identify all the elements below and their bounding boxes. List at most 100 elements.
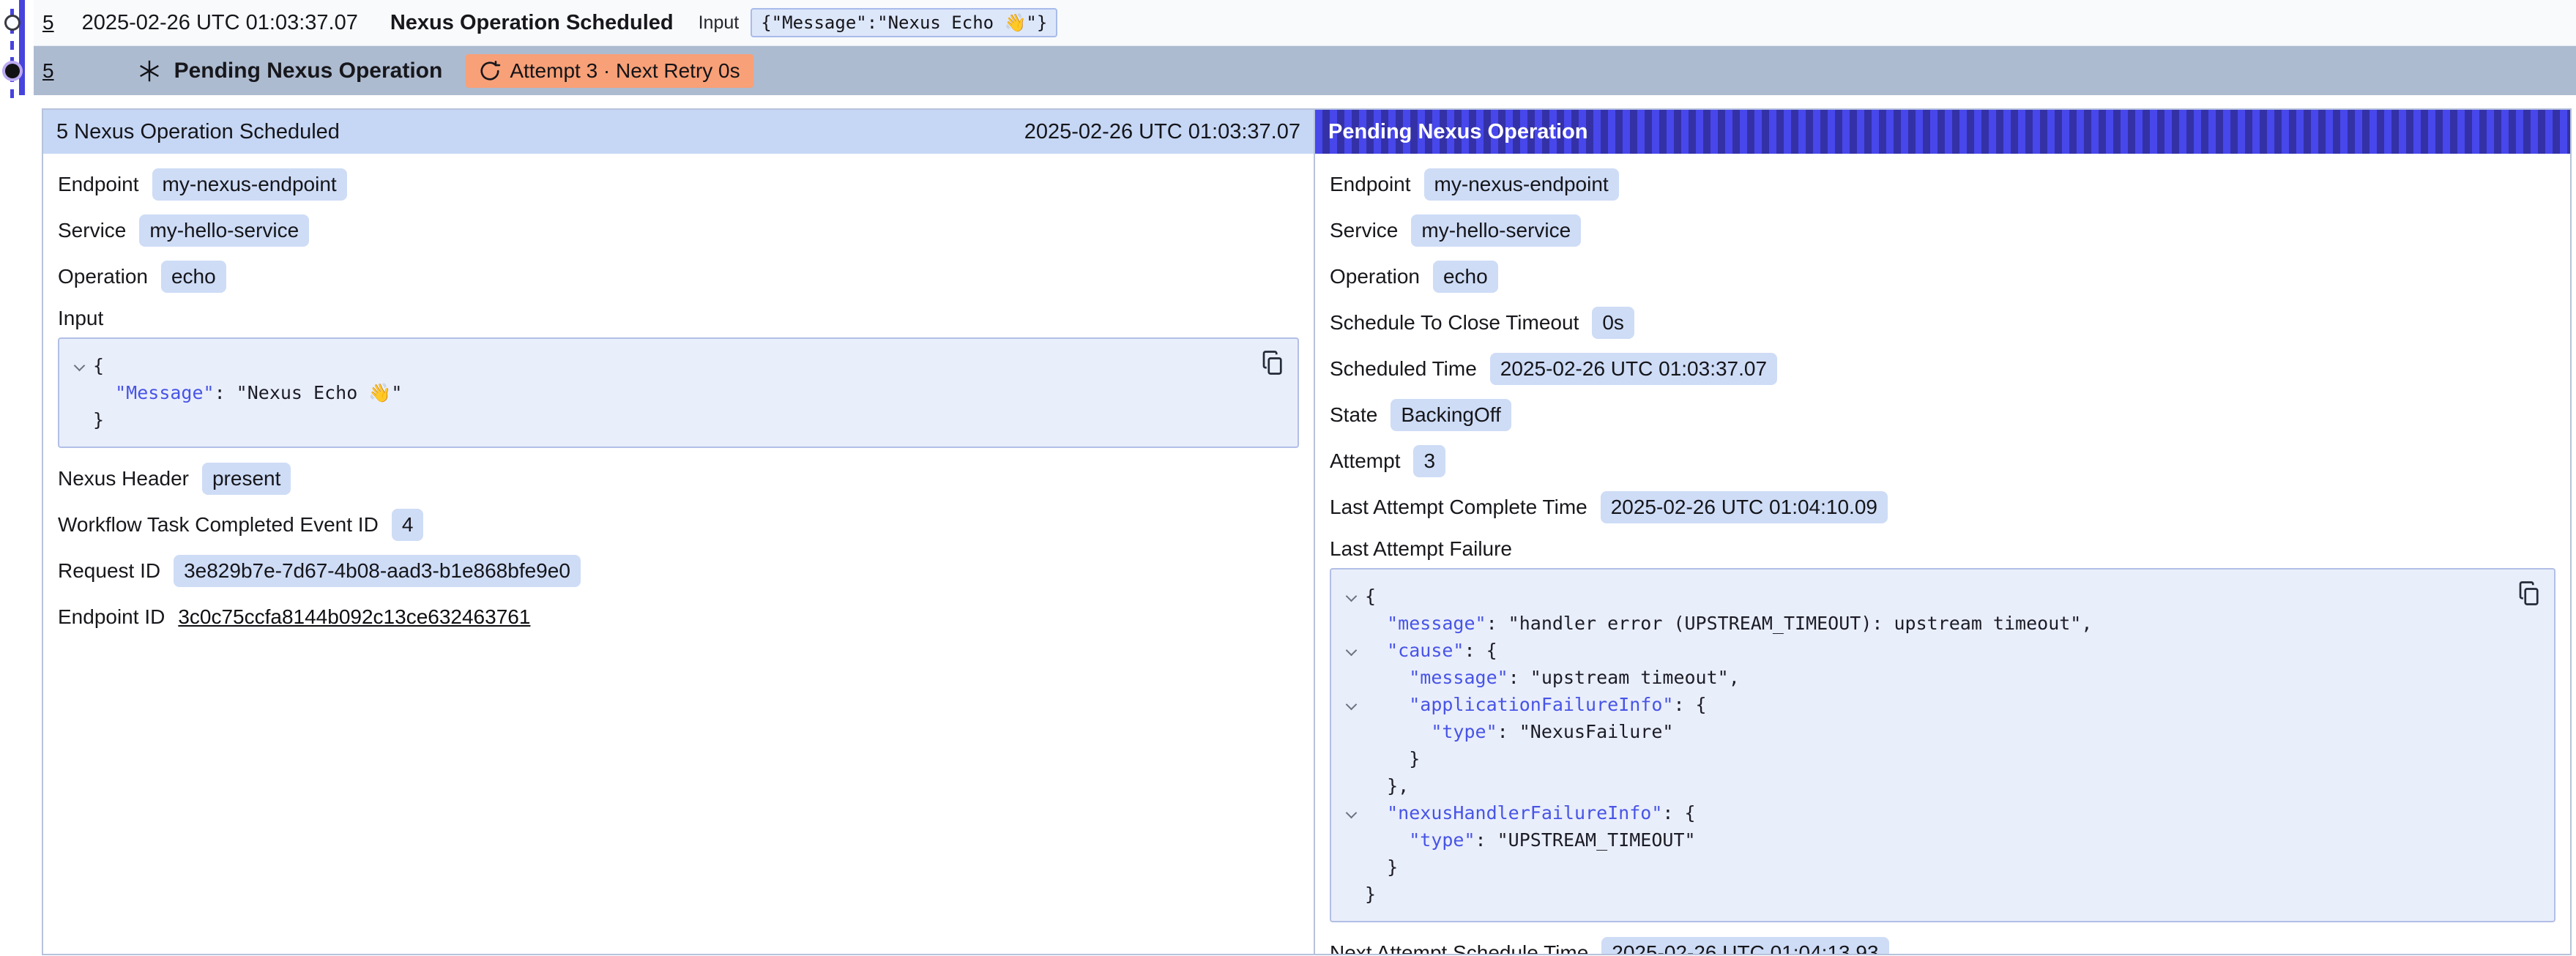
field-value-badge: my-nexus-endpoint	[1424, 168, 1619, 201]
collapse-chevron-icon[interactable]	[1339, 583, 1365, 610]
right-panel-body: Endpoint my-nexus-endpoint Service my-he…	[1315, 154, 2570, 955]
field-label: Request ID	[58, 559, 160, 583]
field-scheduled-time: Scheduled Time 2025-02-26 UTC 01:03:37.0…	[1330, 346, 2555, 392]
copy-icon[interactable]	[2516, 580, 2542, 609]
left-panel-title: 5 Nexus Operation Scheduled	[56, 120, 340, 144]
code-line-text: "type": "NexusFailure"	[1365, 718, 1673, 745]
event-title: Nexus Operation Scheduled	[390, 11, 674, 35]
code-gutter	[1339, 664, 1365, 691]
field-next-attempt-schedule-time: Next Attempt Schedule Time 2025-02-26 UT…	[1330, 930, 2555, 955]
field-value-badge: echo	[1433, 261, 1498, 293]
code-gutter	[1339, 610, 1365, 637]
field-value-badge: my-hello-service	[1411, 214, 1581, 247]
field-value-badge: 3e829b7e-7d67-4b08-aad3-b1e868bfe9e0	[174, 555, 581, 587]
panel-nexus-operation-scheduled: 5 Nexus Operation Scheduled 2025-02-26 U…	[43, 110, 1314, 954]
event-timeline	[0, 0, 34, 110]
pending-asterisk-icon	[136, 58, 163, 84]
field-state: State BackingOff	[1330, 392, 2555, 438]
field-value-badge: 2025-02-26 UTC 01:04:10.09	[1601, 491, 1888, 523]
code-line-text: {	[93, 352, 104, 379]
field-schedule-to-close-timeout: Schedule To Close Timeout 0s	[1330, 299, 2555, 346]
event-detail-container: 5 Nexus Operation Scheduled 2025-02-26 U…	[42, 108, 2572, 955]
field-label: Endpoint	[1330, 173, 1411, 196]
collapse-chevron-icon[interactable]	[1339, 799, 1365, 826]
field-label: Workflow Task Completed Event ID	[58, 513, 379, 537]
collapse-chevron-icon[interactable]	[1339, 691, 1365, 718]
field-label: Nexus Header	[58, 467, 189, 490]
field-attempt: Attempt 3	[1330, 438, 2555, 484]
field-value-badge: echo	[161, 261, 226, 293]
left-panel-time: 2025-02-26 UTC 01:03:37.07	[1024, 120, 1300, 144]
panel-pending-nexus-operation: Pending Nexus Operation Endpoint my-nexu…	[1314, 110, 2570, 954]
field-label: Endpoint	[58, 173, 139, 196]
field-nexus-header: Nexus Header present	[58, 455, 1299, 501]
field-value-badge: 3	[1413, 445, 1445, 477]
retry-status-badge: Attempt 3 · Next Retry 0s	[466, 54, 753, 88]
timeline-filled-circle-icon	[5, 64, 20, 78]
event-id-link[interactable]: 5	[42, 11, 54, 34]
endpoint-id-link[interactable]: 3c0c75ccfa8144b092c13ce632463761	[178, 605, 530, 629]
input-payload-chip: {"Message":"Nexus Echo 👋"}	[751, 8, 1057, 37]
field-last-attempt-complete-time: Last Attempt Complete Time 2025-02-26 UT…	[1330, 484, 2555, 530]
field-value-badge: 2025-02-26 UTC 01:04:13.93	[1601, 937, 1888, 956]
field-label: Schedule To Close Timeout	[1330, 311, 1579, 335]
code-gutter	[1339, 745, 1365, 772]
field-value-badge: 4	[392, 509, 424, 541]
copy-icon[interactable]	[1259, 349, 1286, 378]
collapse-chevron-icon[interactable]	[67, 352, 93, 379]
field-label: State	[1330, 403, 1377, 427]
field-label: Attempt	[1330, 449, 1400, 473]
event-row-pending-nexus-operation[interactable]: 5 Pending Nexus Operation Attempt 3 · Ne…	[34, 46, 2576, 95]
code-line-text: }	[1365, 881, 1376, 908]
field-value-badge: 2025-02-26 UTC 01:03:37.07	[1490, 353, 1777, 385]
field-label: Input	[58, 307, 103, 330]
field-label: Scheduled Time	[1330, 357, 1477, 381]
code-line-text: "message": "handler error (UPSTREAM_TIME…	[1365, 610, 2092, 637]
event-id-link[interactable]: 5	[42, 59, 54, 83]
field-workflow-task-completed-event-id: Workflow Task Completed Event ID 4	[58, 501, 1299, 548]
event-group-bar	[19, 0, 25, 95]
code-gutter	[67, 406, 93, 433]
field-value-badge: my-nexus-endpoint	[152, 168, 347, 201]
field-label: Operation	[58, 265, 148, 288]
input-code-block: { "Message": "Nexus Echo 👋"}	[58, 337, 1299, 448]
field-service: Service my-hello-service	[1330, 207, 2555, 253]
field-operation: Operation echo	[1330, 253, 2555, 299]
left-panel-header: 5 Nexus Operation Scheduled 2025-02-26 U…	[43, 110, 1314, 154]
field-endpoint-id: Endpoint ID 3c0c75ccfa8144b092c13ce63246…	[58, 594, 1299, 640]
pending-event-title: Pending Nexus Operation	[174, 59, 443, 83]
last-attempt-failure-label: Last Attempt Failure	[1330, 530, 2555, 568]
field-value-badge: my-hello-service	[139, 214, 309, 247]
event-row-nexus-operation-scheduled[interactable]: 5 2025-02-26 UTC 01:03:37.07 Nexus Opera…	[34, 0, 2576, 46]
retry-badge-text: Attempt 3 · Next Retry 0s	[510, 59, 740, 83]
field-value-badge: 0s	[1592, 307, 1634, 339]
collapse-chevron-icon[interactable]	[1339, 637, 1365, 664]
event-timestamp: 2025-02-26 UTC 01:03:37.07	[82, 11, 358, 35]
field-label: Last Attempt Failure	[1330, 537, 1512, 561]
code-gutter	[1339, 718, 1365, 745]
code-gutter	[67, 379, 93, 406]
code-line-text: }	[1365, 745, 1420, 772]
field-label: Endpoint ID	[58, 605, 165, 629]
field-label: Operation	[1330, 265, 1420, 288]
field-request-id: Request ID 3e829b7e-7d67-4b08-aad3-b1e86…	[58, 548, 1299, 594]
code-line-text: },	[1365, 772, 1409, 799]
code-gutter	[1339, 826, 1365, 854]
right-panel-header: Pending Nexus Operation	[1315, 110, 2570, 154]
code-line-text: }	[1365, 854, 1398, 881]
timeline-open-circle-icon	[4, 15, 21, 31]
input-label: Input	[699, 12, 740, 34]
field-endpoint: Endpoint my-nexus-endpoint	[58, 161, 1299, 207]
code-line-text: "cause": {	[1365, 637, 1497, 664]
field-label: Service	[58, 219, 126, 242]
code-line-text: {	[1365, 583, 1376, 610]
code-line-text: "nexusHandlerFailureInfo": {	[1365, 799, 1696, 826]
field-operation: Operation echo	[58, 253, 1299, 299]
refresh-icon	[479, 60, 501, 82]
field-value-badge: present	[202, 463, 291, 495]
field-label: Next Attempt Schedule Time	[1330, 941, 1588, 956]
field-value-badge: BackingOff	[1391, 399, 1511, 431]
code-line-text: "Message": "Nexus Echo 👋"	[93, 379, 402, 406]
field-label: Service	[1330, 219, 1398, 242]
code-line-text: "type": "UPSTREAM_TIMEOUT"	[1365, 826, 1696, 854]
